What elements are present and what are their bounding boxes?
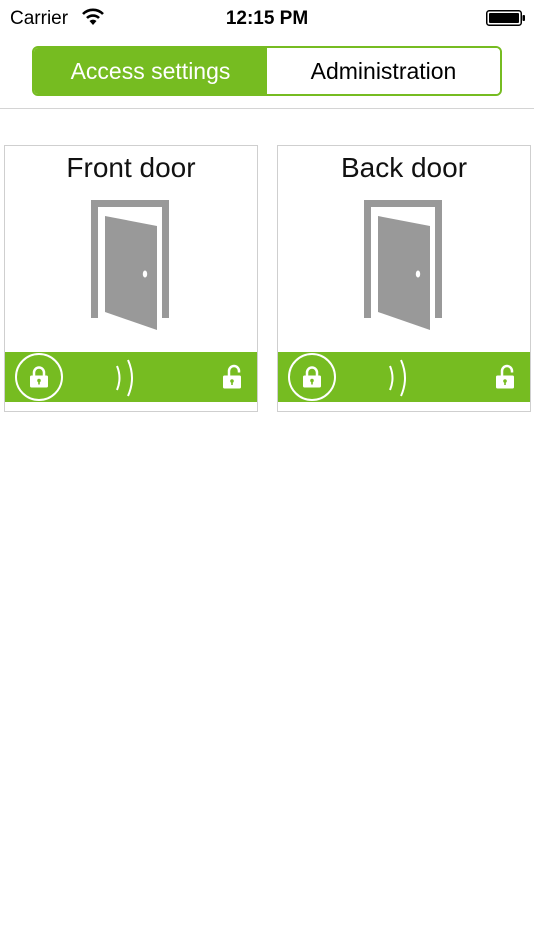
wireless-signal-icon	[116, 359, 133, 397]
screen: Carrier 12:15 PM Access settings Adminis…	[0, 0, 534, 950]
lock-button[interactable]	[15, 353, 63, 401]
battery-icon	[486, 10, 525, 26]
unlock-icon[interactable]	[494, 364, 518, 390]
door-name: Back door	[340, 152, 468, 183]
lock-button[interactable]	[288, 353, 336, 401]
tab-administration[interactable]: Administration	[267, 48, 500, 94]
door-card-back[interactable]: Back door	[277, 145, 531, 412]
door-action-bar	[278, 352, 530, 402]
segmented-control: Access settings Administration	[32, 46, 502, 96]
header-divider	[0, 108, 534, 109]
status-bar: Carrier 12:15 PM	[0, 0, 534, 38]
door-name: Front door	[66, 152, 196, 183]
open-door-icon	[364, 200, 442, 330]
status-time: 12:15 PM	[225, 8, 309, 29]
door-action-bar	[5, 352, 257, 402]
lock-icon	[303, 366, 321, 388]
tab-access-settings[interactable]: Access settings	[34, 48, 267, 94]
open-door-icon	[91, 200, 169, 330]
lock-icon	[30, 366, 48, 388]
wireless-signal-icon	[389, 359, 406, 397]
unlock-icon[interactable]	[221, 364, 245, 390]
door-card-front[interactable]: Front door	[4, 145, 258, 412]
